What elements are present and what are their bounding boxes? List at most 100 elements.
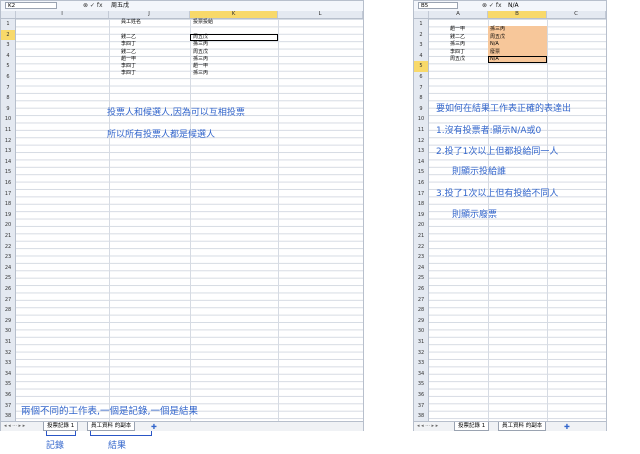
name-box[interactable]: B5 xyxy=(418,2,458,9)
formula-input[interactable]: N/A xyxy=(508,2,519,10)
row-header-15[interactable]: 15 xyxy=(414,167,429,178)
voter-cell[interactable]: 錢二乙 xyxy=(121,34,136,41)
row-header-35[interactable]: 35 xyxy=(414,379,429,390)
row-header-6[interactable]: 6 xyxy=(1,72,16,83)
tab-nav-icon[interactable]: ◂ ◂ ··· ▸ ▸ xyxy=(417,423,438,429)
voter-cell[interactable]: 錢二乙 xyxy=(121,49,136,56)
add-sheet-icon[interactable]: ✚ xyxy=(151,423,157,431)
vote-cell[interactable]: 孫三丙 xyxy=(193,41,208,48)
row-header-20[interactable]: 20 xyxy=(414,220,429,231)
row-header-16[interactable]: 16 xyxy=(414,178,429,189)
row-header-22[interactable]: 22 xyxy=(414,241,429,253)
tab-vote-record[interactable]: 投票記錄 1 xyxy=(454,422,490,431)
row-header-19[interactable]: 19 xyxy=(414,209,429,221)
row-header-11[interactable]: 11 xyxy=(1,125,16,136)
row-header-19[interactable]: 19 xyxy=(1,209,16,221)
tab-staff-copy[interactable]: 員工資料 的副本 xyxy=(498,422,547,431)
row-header-18[interactable]: 18 xyxy=(414,199,429,210)
row-header-6[interactable]: 6 xyxy=(414,72,429,83)
row-header-27[interactable]: 27 xyxy=(1,294,16,306)
row-header-36[interactable]: 36 xyxy=(1,390,16,401)
column-header-K[interactable]: K xyxy=(190,11,278,18)
name-cell[interactable]: 趙一甲 xyxy=(450,26,465,33)
row-header-34[interactable]: 34 xyxy=(414,368,429,380)
tab-vote-record[interactable]: 投票記錄 1 xyxy=(43,422,79,431)
formula-input[interactable]: 周五戊 xyxy=(111,2,129,10)
row-header-5[interactable]: 5 xyxy=(1,61,16,72)
row-header-28[interactable]: 28 xyxy=(414,305,429,316)
vote-cell[interactable]: 周五戊 xyxy=(193,49,208,56)
voter-cell[interactable]: 趙一甲 xyxy=(121,56,136,63)
row-header-34[interactable]: 34 xyxy=(1,368,16,380)
row-header-21[interactable]: 21 xyxy=(414,231,429,242)
row-header-29[interactable]: 29 xyxy=(1,315,16,327)
header-voter-cell[interactable]: 員工姓名 xyxy=(121,19,141,26)
result-cell[interactable]: 周五戊 xyxy=(490,34,505,41)
row-header-23[interactable]: 23 xyxy=(414,252,429,263)
row-header-36[interactable]: 36 xyxy=(414,390,429,401)
cell-grid[interactable] xyxy=(429,19,606,421)
row-header-29[interactable]: 29 xyxy=(414,315,429,327)
row-header-24[interactable]: 24 xyxy=(1,262,16,274)
result-cell[interactable]: N/A xyxy=(490,41,499,48)
row-header-37[interactable]: 37 xyxy=(1,400,16,412)
row-header-1[interactable]: 1 xyxy=(414,19,429,30)
row-header-26[interactable]: 26 xyxy=(1,284,16,295)
row-header-25[interactable]: 25 xyxy=(1,273,16,284)
select-all-corner[interactable] xyxy=(414,11,429,18)
row-header-33[interactable]: 33 xyxy=(414,358,429,369)
row-header-32[interactable]: 32 xyxy=(1,347,16,359)
row-header-15[interactable]: 15 xyxy=(1,167,16,178)
row-header-11[interactable]: 11 xyxy=(414,125,429,136)
name-cell[interactable]: 李四丁 xyxy=(450,49,465,56)
column-header-C[interactable]: C xyxy=(547,11,606,18)
result-cell[interactable]: N/A xyxy=(490,56,499,63)
row-header-10[interactable]: 10 xyxy=(1,114,16,125)
row-header-1[interactable]: 1 xyxy=(1,19,16,30)
row-header-2[interactable]: 2 xyxy=(1,29,16,41)
row-header-13[interactable]: 13 xyxy=(1,146,16,157)
row-header-9[interactable]: 9 xyxy=(1,103,16,115)
select-all-corner[interactable] xyxy=(1,11,16,18)
add-sheet-icon[interactable]: ✚ xyxy=(564,423,570,431)
row-header-4[interactable]: 4 xyxy=(1,50,16,62)
row-header-24[interactable]: 24 xyxy=(414,262,429,274)
row-header-31[interactable]: 31 xyxy=(414,337,429,348)
column-header-J[interactable]: J xyxy=(109,11,190,18)
row-header-21[interactable]: 21 xyxy=(1,231,16,242)
vote-cell[interactable]: 孫三丙 xyxy=(193,56,208,63)
voter-cell[interactable]: 李四丁 xyxy=(121,63,136,70)
row-header-28[interactable]: 28 xyxy=(1,305,16,316)
row-header-12[interactable]: 12 xyxy=(1,135,16,147)
row-header-35[interactable]: 35 xyxy=(1,379,16,390)
row-header-30[interactable]: 30 xyxy=(414,326,429,337)
result-cell[interactable]: 孫三丙 xyxy=(490,26,505,33)
row-header-20[interactable]: 20 xyxy=(1,220,16,231)
row-header-26[interactable]: 26 xyxy=(414,284,429,295)
row-header-17[interactable]: 17 xyxy=(1,188,16,200)
row-header-31[interactable]: 31 xyxy=(1,337,16,348)
row-header-17[interactable]: 17 xyxy=(414,188,429,200)
row-header-18[interactable]: 18 xyxy=(1,199,16,210)
row-header-7[interactable]: 7 xyxy=(414,82,429,94)
vote-cell[interactable]: 趙一甲 xyxy=(193,63,208,70)
tab-nav-icon[interactable]: ◂ ◂ ··· ▸ ▸ xyxy=(4,423,25,429)
vote-cell[interactable]: 孫三丙 xyxy=(193,70,208,77)
row-header-9[interactable]: 9 xyxy=(414,103,429,115)
row-header-32[interactable]: 32 xyxy=(414,347,429,359)
row-header-37[interactable]: 37 xyxy=(414,400,429,412)
column-header-I[interactable]: I xyxy=(16,11,109,18)
row-header-30[interactable]: 30 xyxy=(1,326,16,337)
column-header-A[interactable]: A xyxy=(429,11,488,18)
row-header-22[interactable]: 22 xyxy=(1,241,16,253)
row-header-3[interactable]: 3 xyxy=(414,40,429,51)
name-box[interactable]: K2 xyxy=(5,2,57,9)
row-header-7[interactable]: 7 xyxy=(1,82,16,94)
row-header-5[interactable]: 5 xyxy=(414,61,429,72)
row-header-4[interactable]: 4 xyxy=(414,50,429,62)
row-header-25[interactable]: 25 xyxy=(414,273,429,284)
row-header-2[interactable]: 2 xyxy=(414,29,429,41)
row-header-16[interactable]: 16 xyxy=(1,178,16,189)
row-header-8[interactable]: 8 xyxy=(414,93,429,104)
tab-staff-copy[interactable]: 員工資料 的副本 xyxy=(87,422,136,431)
